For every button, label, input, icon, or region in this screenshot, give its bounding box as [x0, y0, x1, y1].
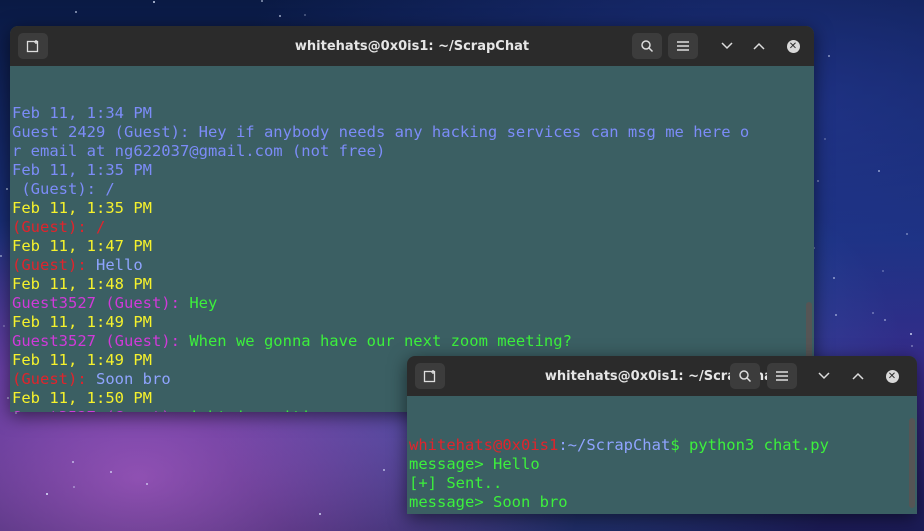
terminal-text: (Guest): /: [12, 218, 106, 236]
terminal-text: Feb 11, 1:49 PM: [12, 351, 152, 369]
terminal-text: message> Soon bro: [409, 493, 568, 511]
terminal-text: Guest3527 (Guest):: [12, 408, 189, 412]
terminal-text: (Guest):: [12, 370, 96, 388]
terminal-text: Feb 11, 1:48 PM: [12, 275, 152, 293]
star: [835, 314, 837, 316]
star: [817, 180, 819, 182]
terminal-line: message> Soon bro: [409, 493, 917, 512]
terminal-text: Feb 11, 1:50 PM: [12, 389, 152, 407]
terminal-text: Feb 11, 1:49 PM: [12, 313, 152, 331]
star: [46, 493, 48, 495]
star: [906, 233, 908, 235]
search-icon[interactable]: [730, 363, 760, 389]
window-title: whitehats@0x0is1: ~/ScrapChat: [294, 38, 530, 54]
terminal-text: Hey: [189, 294, 218, 312]
terminal-line: (Guest): Hello: [12, 256, 814, 275]
terminal-line: (Guest): /: [12, 180, 814, 199]
terminal-text: [+] Sent..: [409, 512, 502, 514]
star: [3, 325, 5, 327]
minimize-icon[interactable]: [714, 33, 740, 59]
terminal-text: whitehats@0x0is1: [409, 436, 559, 454]
star: [872, 312, 874, 314]
star: [910, 333, 912, 335]
terminal-text: :: [558, 436, 568, 454]
star: [6, 188, 8, 190]
titlebar[interactable]: whitehats@0x0is1: ~/ScrapChat ✕: [407, 356, 917, 396]
terminal-line: r email at ng622037@gmail.com (not free): [12, 142, 814, 161]
terminal-line: Feb 11, 1:48 PM: [12, 275, 814, 294]
terminal-line: Guest 2429 (Guest): Hey if anybody needs…: [12, 123, 814, 142]
terminal-text: Guest3527 (Guest):: [12, 332, 190, 350]
star: [878, 170, 880, 172]
terminal-text: Hello: [96, 256, 143, 274]
star: [319, 513, 321, 515]
terminal-output[interactable]: whitehats@0x0is1:~/ScrapChat$ python3 ch…: [407, 396, 917, 514]
star: [153, 1, 155, 3]
terminal-text: Feb 11, 1:35 PM: [12, 161, 152, 179]
terminal-line: Feb 11, 1:34 PM: [12, 104, 814, 123]
star: [882, 270, 884, 272]
terminal-text: ight im waiting: [189, 408, 329, 412]
star: [15, 412, 17, 414]
star: [884, 319, 886, 321]
search-icon[interactable]: [632, 33, 662, 59]
star: [72, 461, 74, 463]
terminal-line: Guest3527 (Guest): Hey: [12, 294, 814, 313]
terminal-text: [+] Sent..: [409, 474, 503, 492]
new-tab-icon[interactable]: [415, 363, 445, 389]
star: [73, 486, 75, 488]
terminal-line: Feb 11, 1:35 PM: [12, 199, 814, 218]
terminal-text: Feb 11, 1:34 PM: [12, 104, 152, 122]
scrollbar[interactable]: [909, 418, 915, 508]
menu-icon[interactable]: [668, 33, 698, 59]
terminal-text: (Guest): /: [12, 180, 115, 198]
star: [110, 471, 112, 473]
terminal-text: message> Hello: [409, 455, 540, 473]
star: [7, 397, 9, 399]
terminal-line: Feb 11, 1:35 PM: [12, 161, 814, 180]
terminal-text: Guest3527 (Guest):: [12, 294, 190, 312]
terminal-line: [+] Sent..: [409, 512, 917, 514]
terminal-line: Feb 11, 1:49 PM: [12, 313, 814, 332]
new-tab-icon[interactable]: [18, 33, 48, 59]
star: [261, 0, 263, 2]
terminal-line: Feb 11, 1:47 PM: [12, 237, 814, 256]
star: [0, 255, 2, 257]
star: [279, 15, 281, 17]
star: [833, 277, 835, 279]
close-icon[interactable]: ✕: [780, 33, 806, 59]
terminal-text: (Guest):: [12, 256, 96, 274]
terminal-text: ~/ScrapChat: [567, 436, 671, 454]
terminal-line: Guest3527 (Guest): When we gonna have ou…: [12, 332, 814, 351]
terminal-text: r email at ng622037@gmail.com (not free): [12, 142, 386, 160]
star: [383, 469, 385, 471]
terminal-text: When we gonna have our next zoom meeting…: [189, 332, 572, 350]
star: [911, 345, 913, 347]
maximize-icon[interactable]: [746, 33, 772, 59]
star: [146, 483, 148, 485]
terminal-line: (Guest): /: [12, 218, 814, 237]
terminal-text: Soon bro: [96, 370, 171, 388]
menu-icon[interactable]: [767, 363, 797, 389]
minimize-icon[interactable]: [811, 363, 837, 389]
terminal-line: whitehats@0x0is1:~/ScrapChat$ python3 ch…: [409, 436, 917, 455]
maximize-icon[interactable]: [845, 363, 871, 389]
terminal-line: message> Hello: [409, 455, 917, 474]
terminal-text: $ python3 chat.py: [670, 436, 829, 454]
terminal-text: Feb 11, 1:35 PM: [12, 199, 152, 217]
star: [824, 138, 826, 140]
star: [304, 14, 306, 16]
terminal-window-chat-log[interactable]: whitehats@0x0is1: ~/ScrapChat ✕ Feb 11, …: [10, 26, 814, 412]
titlebar[interactable]: whitehats@0x0is1: ~/ScrapChat ✕: [10, 26, 814, 66]
terminal-line: [+] Sent..: [409, 474, 917, 493]
star: [75, 11, 77, 13]
terminal-text: Feb 11, 1:47 PM: [12, 237, 152, 255]
terminal-window-chat-client[interactable]: whitehats@0x0is1: ~/ScrapChat ✕ whitehat…: [407, 356, 917, 514]
star: [828, 55, 830, 57]
terminal-text: Guest 2429 (Guest): Hey if anybody needs…: [12, 123, 750, 141]
close-icon[interactable]: ✕: [879, 363, 905, 389]
